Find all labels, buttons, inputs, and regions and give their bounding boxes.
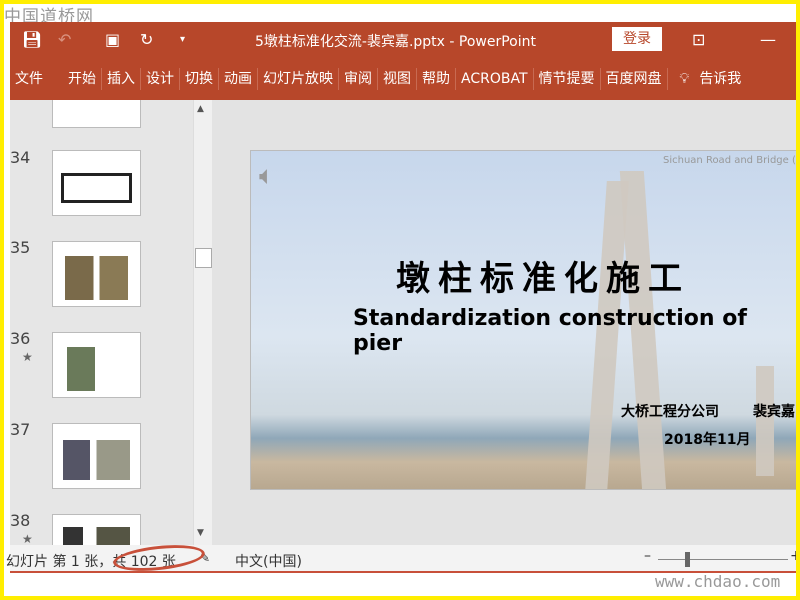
- slide-number: 35: [10, 238, 31, 257]
- zoom-in-icon[interactable]: +: [790, 548, 800, 564]
- ribbon-tabs: 文件 开始 插入 设计 切换 动画 幻灯片放映 审阅 视图 帮助 ACROBAT…: [10, 58, 800, 100]
- tab-baidu[interactable]: 百度网盘: [601, 68, 668, 90]
- tab-storyboard[interactable]: 情节提要: [534, 68, 601, 90]
- tell-me-input[interactable]: 告诉我: [694, 68, 746, 90]
- window-title: 5墩柱标准化交流-裴宾嘉.pptx - PowerPoint: [255, 34, 536, 50]
- slide-number: 36: [10, 329, 31, 348]
- zoom-out-icon[interactable]: –: [644, 548, 651, 564]
- tab-design[interactable]: 设计: [141, 68, 180, 90]
- slide-number: 38: [10, 511, 31, 530]
- company-logo-text: Sichuan Road and Bridge (Group: [663, 155, 799, 166]
- scroll-down-icon[interactable]: ▼: [197, 528, 204, 538]
- undo-icon[interactable]: ↶: [58, 30, 71, 49]
- tab-transitions[interactable]: 切换: [180, 68, 219, 90]
- zoom-slider-thumb[interactable]: [685, 552, 690, 567]
- customize-qat-icon[interactable]: ▾: [180, 34, 185, 45]
- slide-thumbnail-37[interactable]: [52, 423, 141, 489]
- slide-thumbnail-38[interactable]: [52, 514, 141, 545]
- tab-review[interactable]: 审阅: [339, 68, 378, 90]
- audio-speaker-icon[interactable]: 🔈︎: [259, 161, 275, 192]
- minimize-button[interactable]: —: [760, 30, 776, 49]
- redo-icon[interactable]: ↻: [140, 30, 153, 49]
- tab-help[interactable]: 帮助: [417, 68, 456, 90]
- lightbulb-icon[interactable]: 💡︎: [668, 68, 695, 90]
- present-icon[interactable]: ▣: [105, 30, 120, 49]
- slide-thumbnail-36[interactable]: [52, 332, 141, 398]
- tab-insert[interactable]: 插入: [102, 68, 141, 90]
- tab-view[interactable]: 视图: [378, 68, 417, 90]
- slide-author: 裴宾嘉: [753, 404, 795, 420]
- language-status[interactable]: 中文(中国): [235, 551, 302, 571]
- scrollbar-thumb[interactable]: [195, 248, 212, 268]
- tab-file[interactable]: 文件: [10, 68, 63, 90]
- current-slide[interactable]: 🔈︎ Sichuan Road and Bridge (Group 墩柱标准化施…: [250, 150, 800, 490]
- tab-acrobat[interactable]: ACROBAT: [456, 68, 534, 90]
- animation-star-icon: ★: [22, 532, 33, 545]
- slide-thumbnail-pane: 34 35 36 ★ 37 38 ★ ▲ ▼: [10, 100, 212, 545]
- slide-number: 34: [10, 148, 31, 167]
- title-bar: 💾︎ ↶ ▣ ↻ ▾ 5墩柱标准化交流-裴宾嘉.pptx - PowerPoin…: [10, 22, 800, 58]
- slide-thumbnail-34[interactable]: [52, 150, 141, 216]
- slide-company: 大桥工程分公司: [621, 404, 719, 420]
- tab-home[interactable]: 开始: [63, 68, 102, 90]
- slide-thumbnail-35[interactable]: [52, 241, 141, 307]
- tab-animations[interactable]: 动画: [219, 68, 258, 90]
- slide-thumbnail[interactable]: [52, 100, 141, 128]
- zoom-slider[interactable]: [658, 559, 788, 560]
- save-icon[interactable]: 💾︎: [22, 30, 42, 49]
- login-button[interactable]: 登录: [612, 27, 662, 51]
- ribbon-display-icon[interactable]: ⊡: [692, 30, 705, 49]
- slide-number: 37: [10, 420, 31, 439]
- slide-title-chinese: 墩柱标准化施工: [396, 259, 690, 299]
- slide-date: 2018年11月: [664, 432, 751, 448]
- watermark-url: www.chdao.com: [655, 572, 781, 591]
- animation-star-icon: ★: [22, 350, 33, 364]
- scroll-up-icon[interactable]: ▲: [197, 104, 204, 114]
- tab-slideshow[interactable]: 幻灯片放映: [258, 68, 339, 90]
- slide-title-english: Standardization construction of pier: [353, 306, 747, 356]
- thumbnail-scrollbar[interactable]: ▲ ▼: [193, 100, 212, 545]
